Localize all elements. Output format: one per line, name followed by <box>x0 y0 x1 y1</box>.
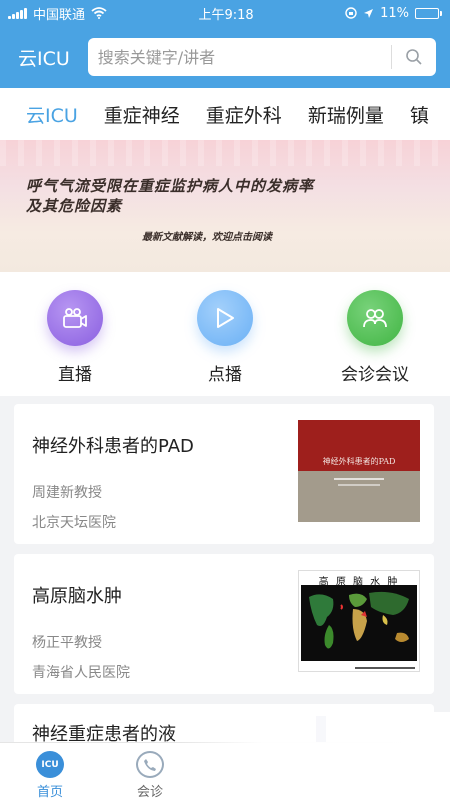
consultation-label: 会诊会议 <box>341 365 409 385</box>
icu-icon: ICU <box>36 751 64 778</box>
tab-sedation[interactable]: 镇 <box>410 101 429 128</box>
battery-percent: 11% <box>380 5 409 21</box>
world-map-image <box>301 585 417 661</box>
category-tabs: 云ICU 重症神经 重症外科 新瑞例量 镇 <box>0 88 450 140</box>
wifi-icon <box>91 7 107 19</box>
tab-neuro-critical[interactable]: 重症神经 <box>104 101 180 128</box>
on-demand-label: 点播 <box>208 365 242 385</box>
brand-title: 云ICU <box>18 47 70 70</box>
search-box <box>87 38 436 76</box>
tab-surgical-critical[interactable]: 重症外科 <box>206 101 282 128</box>
lecture-thumbnail: 高 原 脑 水 肿 <box>298 570 420 672</box>
consultation-button[interactable]: 会诊会议 <box>315 290 435 385</box>
thumbnail-footer <box>355 667 415 669</box>
banner-subtitle: 最新文献解读，欢迎点击阅读 <box>142 232 272 243</box>
overlay-fade <box>180 712 450 800</box>
phone-icon <box>136 751 164 778</box>
play-icon <box>197 290 253 346</box>
lecture-speaker: 周建新教授 <box>32 485 102 501</box>
on-demand-button[interactable]: 点播 <box>165 290 285 385</box>
live-button[interactable]: 直播 <box>15 290 135 385</box>
clock: 上午9:18 <box>198 7 254 23</box>
carrier-label: 中国联通 <box>33 7 86 23</box>
thumbnail-decoration <box>334 478 384 480</box>
live-label: 直播 <box>58 365 92 385</box>
lecture-card[interactable]: 高原脑水肿 杨正平教授 青海省人民医院 高 原 脑 水 肿 <box>14 554 434 694</box>
quick-actions: 直播 点播 会诊会议 <box>0 272 450 396</box>
location-icon <box>364 8 374 18</box>
banner-headline: 呼气气流受限在重症监护病人中的发病率 <box>26 177 315 195</box>
app-header-area: 中国联通 上午9:18 11% 云ICU <box>0 0 450 88</box>
tab-cloud-icu[interactable]: 云ICU <box>26 101 78 128</box>
search-icon <box>406 49 422 65</box>
app-header: 云ICU <box>0 26 450 88</box>
lecture-hospital: 北京天坛医院 <box>32 515 116 531</box>
tabbar-home-label: 首页 <box>36 785 63 800</box>
search-button[interactable] <box>392 38 436 76</box>
lecture-title: 高原脑水肿 <box>32 586 122 607</box>
battery-icon <box>415 7 442 19</box>
tab-xinrui-cases[interactable]: 新瑞例量 <box>308 101 384 128</box>
lecture-title: 神经外科患者的PAD <box>32 436 194 457</box>
banner-headline-2: 及其危险因素 <box>26 197 123 215</box>
status-bar: 中国联通 上午9:18 11% <box>0 0 450 26</box>
lecture-hospital: 青海省人民医院 <box>32 665 130 681</box>
thumbnail-title: 神经外科患者的PAD <box>322 457 396 466</box>
lecture-thumbnail: 神经外科患者的PAD <box>298 420 420 522</box>
video-camera-icon <box>47 290 103 346</box>
search-input[interactable] <box>97 47 391 67</box>
lecture-speaker: 杨正平教授 <box>32 635 102 651</box>
lock-rotation-icon <box>345 7 357 19</box>
banner-decoration <box>0 140 450 166</box>
lecture-card[interactable]: 神经外科患者的PAD 周建新教授 北京天坛医院 神经外科患者的PAD <box>14 404 434 544</box>
thumbnail-decoration <box>338 484 380 486</box>
promo-banner[interactable]: 呼气气流受限在重症监护病人中的发病率 及其危险因素 最新文献解读，欢迎点击阅读 <box>0 140 450 272</box>
tabbar-home[interactable]: ICU 首页 <box>0 743 100 800</box>
signal-icon <box>8 7 27 19</box>
tabbar-consultation-label: 会诊 <box>136 785 163 800</box>
group-icon <box>347 290 403 346</box>
